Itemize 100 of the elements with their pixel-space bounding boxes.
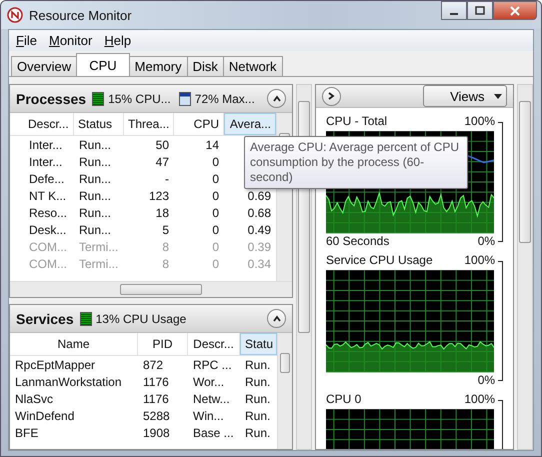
graph-min-label: 0% <box>478 373 496 389</box>
table-cell-text: RpcEptMapper <box>14 358 96 372</box>
table-cell-text: 0.39 <box>246 240 272 254</box>
cpu-meter-icon <box>92 92 104 106</box>
table-cell-text: 0 <box>211 154 220 168</box>
horizontal-scrollbar[interactable] <box>10 281 292 297</box>
table-cell-text: 8 <box>161 240 170 254</box>
table-cell-text: Termi... <box>78 240 120 254</box>
tab[interactable]: Overview <box>11 56 78 76</box>
table-cell-text: Desk... <box>28 222 68 236</box>
expand-button[interactable] <box>322 86 341 106</box>
table-cell-text: 0 <box>211 240 220 254</box>
table-cell-text: 0.34 <box>246 256 272 270</box>
cpu-usage-text: 15% CPU... <box>108 92 171 106</box>
collapse-button[interactable] <box>267 89 286 108</box>
caret-icon <box>494 94 502 98</box>
tab[interactable]: Memory <box>128 56 188 76</box>
time-span-label: 60 Seconds <box>326 234 390 250</box>
graph-title: Service CPU Usage <box>326 253 433 269</box>
minimize-button[interactable] <box>441 1 467 20</box>
table-cell-text: 0.49 <box>246 222 272 236</box>
table-cell-text: 50 <box>154 138 170 152</box>
views-button[interactable]: Views <box>423 85 508 107</box>
table-cell-text: Run... <box>78 188 112 202</box>
table-cell-text: NlaSvc <box>14 392 54 406</box>
table-cell-text: Run. <box>244 426 272 440</box>
column-header[interactable]: Statu <box>240 333 277 355</box>
table-cell-text: Inter... <box>28 154 64 168</box>
table-cell-text: 0 <box>211 188 220 202</box>
section-title: Services <box>16 310 74 326</box>
table-cell-text: WinDefend <box>14 408 76 422</box>
window-title: Resource Monitor <box>29 8 133 22</box>
table-cell-text: Win... <box>192 408 225 422</box>
table-cell-text: 0.69 <box>246 188 272 202</box>
table-cell-text: 123 <box>148 188 170 202</box>
chevron-icon <box>326 91 336 101</box>
table-cell-text: 18 <box>154 206 170 220</box>
table-cell-text: COM... <box>28 240 68 254</box>
close-icon <box>510 6 520 16</box>
table-cell-text: LanmanWorkstation <box>14 374 122 388</box>
menu-item[interactable]: Monitor <box>44 32 98 49</box>
table-cell-text: Run... <box>78 154 112 168</box>
table-cell-text: Run. <box>244 392 272 406</box>
table-cell-text: Netw... <box>192 392 231 406</box>
table-cell-text: 1908 <box>142 426 171 440</box>
chevron-icon <box>272 314 282 324</box>
table-cell-text: COM... <box>28 256 68 270</box>
chevron-icon <box>272 94 282 104</box>
section-title: Processes <box>16 90 86 106</box>
graph-max-label: 100% <box>464 114 496 130</box>
graph-max-label: 100% <box>464 392 496 408</box>
menu-item[interactable]: Help <box>99 32 136 49</box>
section-header[interactable]: Processes 15% CPU... 72% Max... <box>10 85 292 113</box>
table-cell-text: RPC ... <box>192 358 233 372</box>
table-cell-text: 0 <box>211 206 220 220</box>
table-cell-text: 5 <box>161 222 170 236</box>
vertical-scrollbar[interactable] <box>517 84 533 450</box>
table-cell-text: 8 <box>161 256 170 270</box>
table-cell-text: 47 <box>154 154 170 168</box>
menu-item[interactable]: File <box>11 32 42 49</box>
table-cell-text: Defe... <box>28 172 66 186</box>
table-cell-text: Inter... <box>28 138 64 152</box>
close-button[interactable] <box>493 1 537 20</box>
table-cell-text: Run... <box>78 222 112 236</box>
table-cell-text: 0.68 <box>246 206 272 220</box>
maximize-icon <box>475 6 485 16</box>
collapse-button[interactable] <box>267 309 286 328</box>
frequency-meter-icon <box>178 92 191 106</box>
maximize-button[interactable] <box>467 1 493 20</box>
graph-title: CPU 0 <box>326 392 362 408</box>
graph-min-label: 0% <box>478 234 496 250</box>
table-cell-text: Base ... <box>192 426 235 440</box>
table-cell-text: 5288 <box>142 408 171 422</box>
tab[interactable]: CPU <box>76 53 130 76</box>
max-frequency-text: 72% Max... <box>194 92 255 106</box>
table-cell-text: - <box>164 172 170 186</box>
section-header[interactable]: Services 13% CPU Usage <box>10 305 292 333</box>
table-cell-text: Reso... <box>28 206 68 220</box>
table-cell-text: Run... <box>78 138 112 152</box>
table-cell-text: Run. <box>244 408 272 422</box>
graph-max-label: 100% <box>464 253 496 269</box>
vertical-scrollbar[interactable] <box>277 333 292 449</box>
table-cell-text: 0 <box>211 172 220 186</box>
tab[interactable]: Network <box>222 56 283 76</box>
table-cell-text: Run... <box>78 172 112 186</box>
table-cell-text: BFE <box>14 426 40 440</box>
table-cell-text: Run. <box>244 374 272 388</box>
column-header[interactable]: Avera... <box>224 113 276 135</box>
table-cell-text: Run. <box>244 358 272 372</box>
table-cell-text: 14 <box>204 138 220 152</box>
table-cell-text: Run... <box>78 206 112 220</box>
cpu-meter-icon <box>80 312 92 326</box>
cpu-usage-text: 13% CPU Usage <box>96 312 188 326</box>
graph-title: CPU - Total <box>326 114 388 130</box>
table-cell-text: 1176 <box>142 374 170 388</box>
table-cell-text: Termi... <box>78 256 120 270</box>
table-cell-text: 872 <box>142 358 164 372</box>
table-cell-text: 1176 <box>142 392 170 406</box>
tab[interactable]: Disk <box>186 56 224 76</box>
table-cell-text: 0 <box>211 222 220 236</box>
